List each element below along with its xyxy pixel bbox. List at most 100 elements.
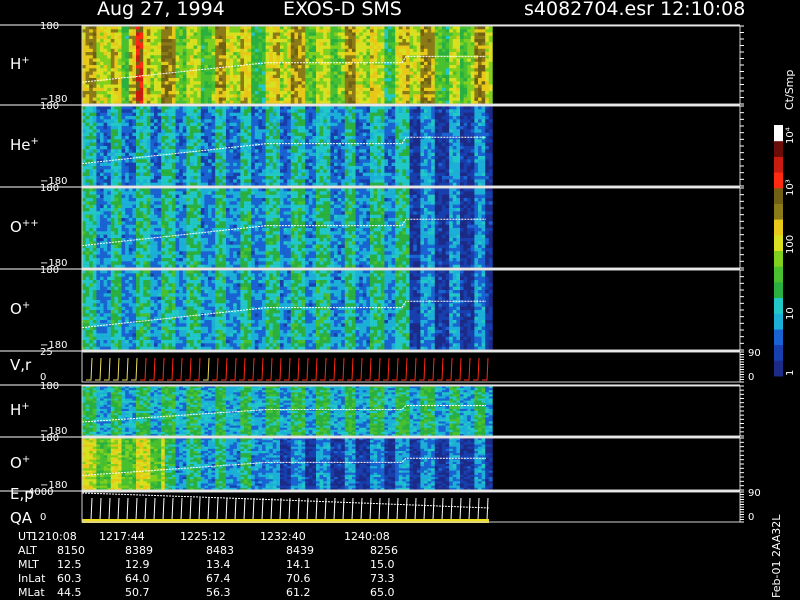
- heat-cell: [233, 139, 238, 143]
- heat-cell: [211, 78, 216, 82]
- heat-cell: [193, 84, 198, 89]
- heat-cell: [179, 45, 184, 50]
- heat-cell: [305, 162, 310, 167]
- heat-cell: [276, 179, 281, 183]
- heat-cell: [244, 116, 248, 120]
- heat-cell: [193, 159, 198, 163]
- heat-cell: [362, 35, 367, 40]
- heat-cell: [154, 159, 158, 163]
- heat-cell: [92, 132, 97, 137]
- heat-cell: [168, 39, 173, 43]
- heat-cell: [452, 87, 457, 92]
- heat-cell: [359, 94, 364, 98]
- heat-cell: [143, 68, 148, 72]
- heat-cell: [298, 97, 302, 102]
- heat-cell: [290, 81, 295, 85]
- heat-cell: [290, 162, 295, 167]
- heat-cell: [348, 78, 353, 82]
- heat-cell: [204, 126, 209, 130]
- heat-cell: [283, 58, 288, 63]
- heat-cell: [175, 81, 180, 85]
- heat-cell: [204, 35, 209, 40]
- heat-cell: [128, 78, 133, 82]
- heat-cell: [388, 116, 392, 120]
- heat-cell: [92, 58, 97, 63]
- heat-cell: [391, 78, 396, 82]
- heat-cell: [204, 58, 209, 63]
- heat-cell: [186, 71, 191, 76]
- heat-cell: [154, 42, 158, 46]
- heat-cell: [312, 109, 317, 113]
- heat-cell: [168, 87, 173, 92]
- heat-cell: [85, 109, 90, 113]
- heat-cell: [211, 91, 216, 95]
- heat-cell: [438, 42, 443, 46]
- heat-cell: [308, 35, 313, 40]
- heat-cell: [222, 139, 227, 143]
- heat-cell: [359, 172, 364, 177]
- heat-cell: [312, 26, 317, 30]
- heat-cell: [107, 48, 112, 53]
- heat-cell: [298, 109, 302, 113]
- heat-cell: [240, 45, 245, 50]
- heat-cell: [323, 87, 328, 92]
- heat-cell: [380, 126, 385, 130]
- heat-cell: [262, 126, 266, 130]
- heat-cell: [316, 87, 320, 92]
- heat-cell: [193, 126, 198, 130]
- heat-cell: [186, 146, 191, 150]
- heat-cell: [366, 126, 371, 130]
- heat-cell: [323, 45, 328, 50]
- heat-cell: [114, 35, 119, 40]
- heat-cell: [337, 119, 342, 123]
- heat-cell: [395, 32, 400, 37]
- heat-cell: [280, 78, 284, 82]
- heat-cell: [107, 35, 112, 40]
- heat-cell: [186, 39, 191, 43]
- heat-cell: [161, 132, 166, 137]
- heat-cell: [276, 48, 281, 53]
- heat-cell: [467, 26, 472, 30]
- heat-cell: [323, 116, 328, 120]
- heat-cell: [154, 176, 158, 180]
- heat-cell: [222, 74, 227, 79]
- heat-cell: [416, 78, 421, 82]
- heat-cell: [398, 129, 403, 133]
- heat-cell: [348, 29, 353, 33]
- heat-cell: [326, 68, 331, 72]
- heat-cell: [121, 136, 126, 140]
- heat-cell: [431, 68, 436, 72]
- heat-cell: [308, 109, 313, 113]
- heat-cell: [139, 109, 144, 113]
- heat-cell: [186, 35, 191, 40]
- heat-cell: [200, 48, 205, 53]
- heat-cell: [283, 106, 288, 110]
- heat-cell: [182, 112, 187, 117]
- heat-cell: [301, 78, 306, 82]
- heat-cell: [416, 74, 421, 79]
- heat-cell: [359, 106, 364, 110]
- heat-cell: [272, 42, 277, 46]
- heat-cell: [373, 112, 378, 117]
- heat-cell: [416, 87, 421, 92]
- heat-cell: [362, 129, 367, 133]
- heat-cell: [154, 122, 158, 127]
- heat-cell: [323, 48, 328, 53]
- heat-cell: [427, 87, 432, 92]
- heat-cell: [308, 97, 313, 102]
- heat-cell: [380, 84, 385, 89]
- heat-cell: [276, 149, 281, 153]
- heat-cell: [312, 87, 317, 92]
- heat-cell: [272, 129, 277, 133]
- heat-cell: [373, 42, 378, 46]
- heat-cell: [398, 32, 403, 37]
- heat-cell: [272, 109, 277, 113]
- heat-cell: [139, 35, 144, 40]
- heat-cell: [218, 97, 223, 102]
- heat-cell: [121, 159, 126, 163]
- heat-cell: [269, 172, 274, 177]
- heat-cell: [344, 176, 349, 180]
- heat-cell: [305, 87, 310, 92]
- heat-cell: [100, 109, 104, 113]
- heat-cell: [391, 139, 396, 143]
